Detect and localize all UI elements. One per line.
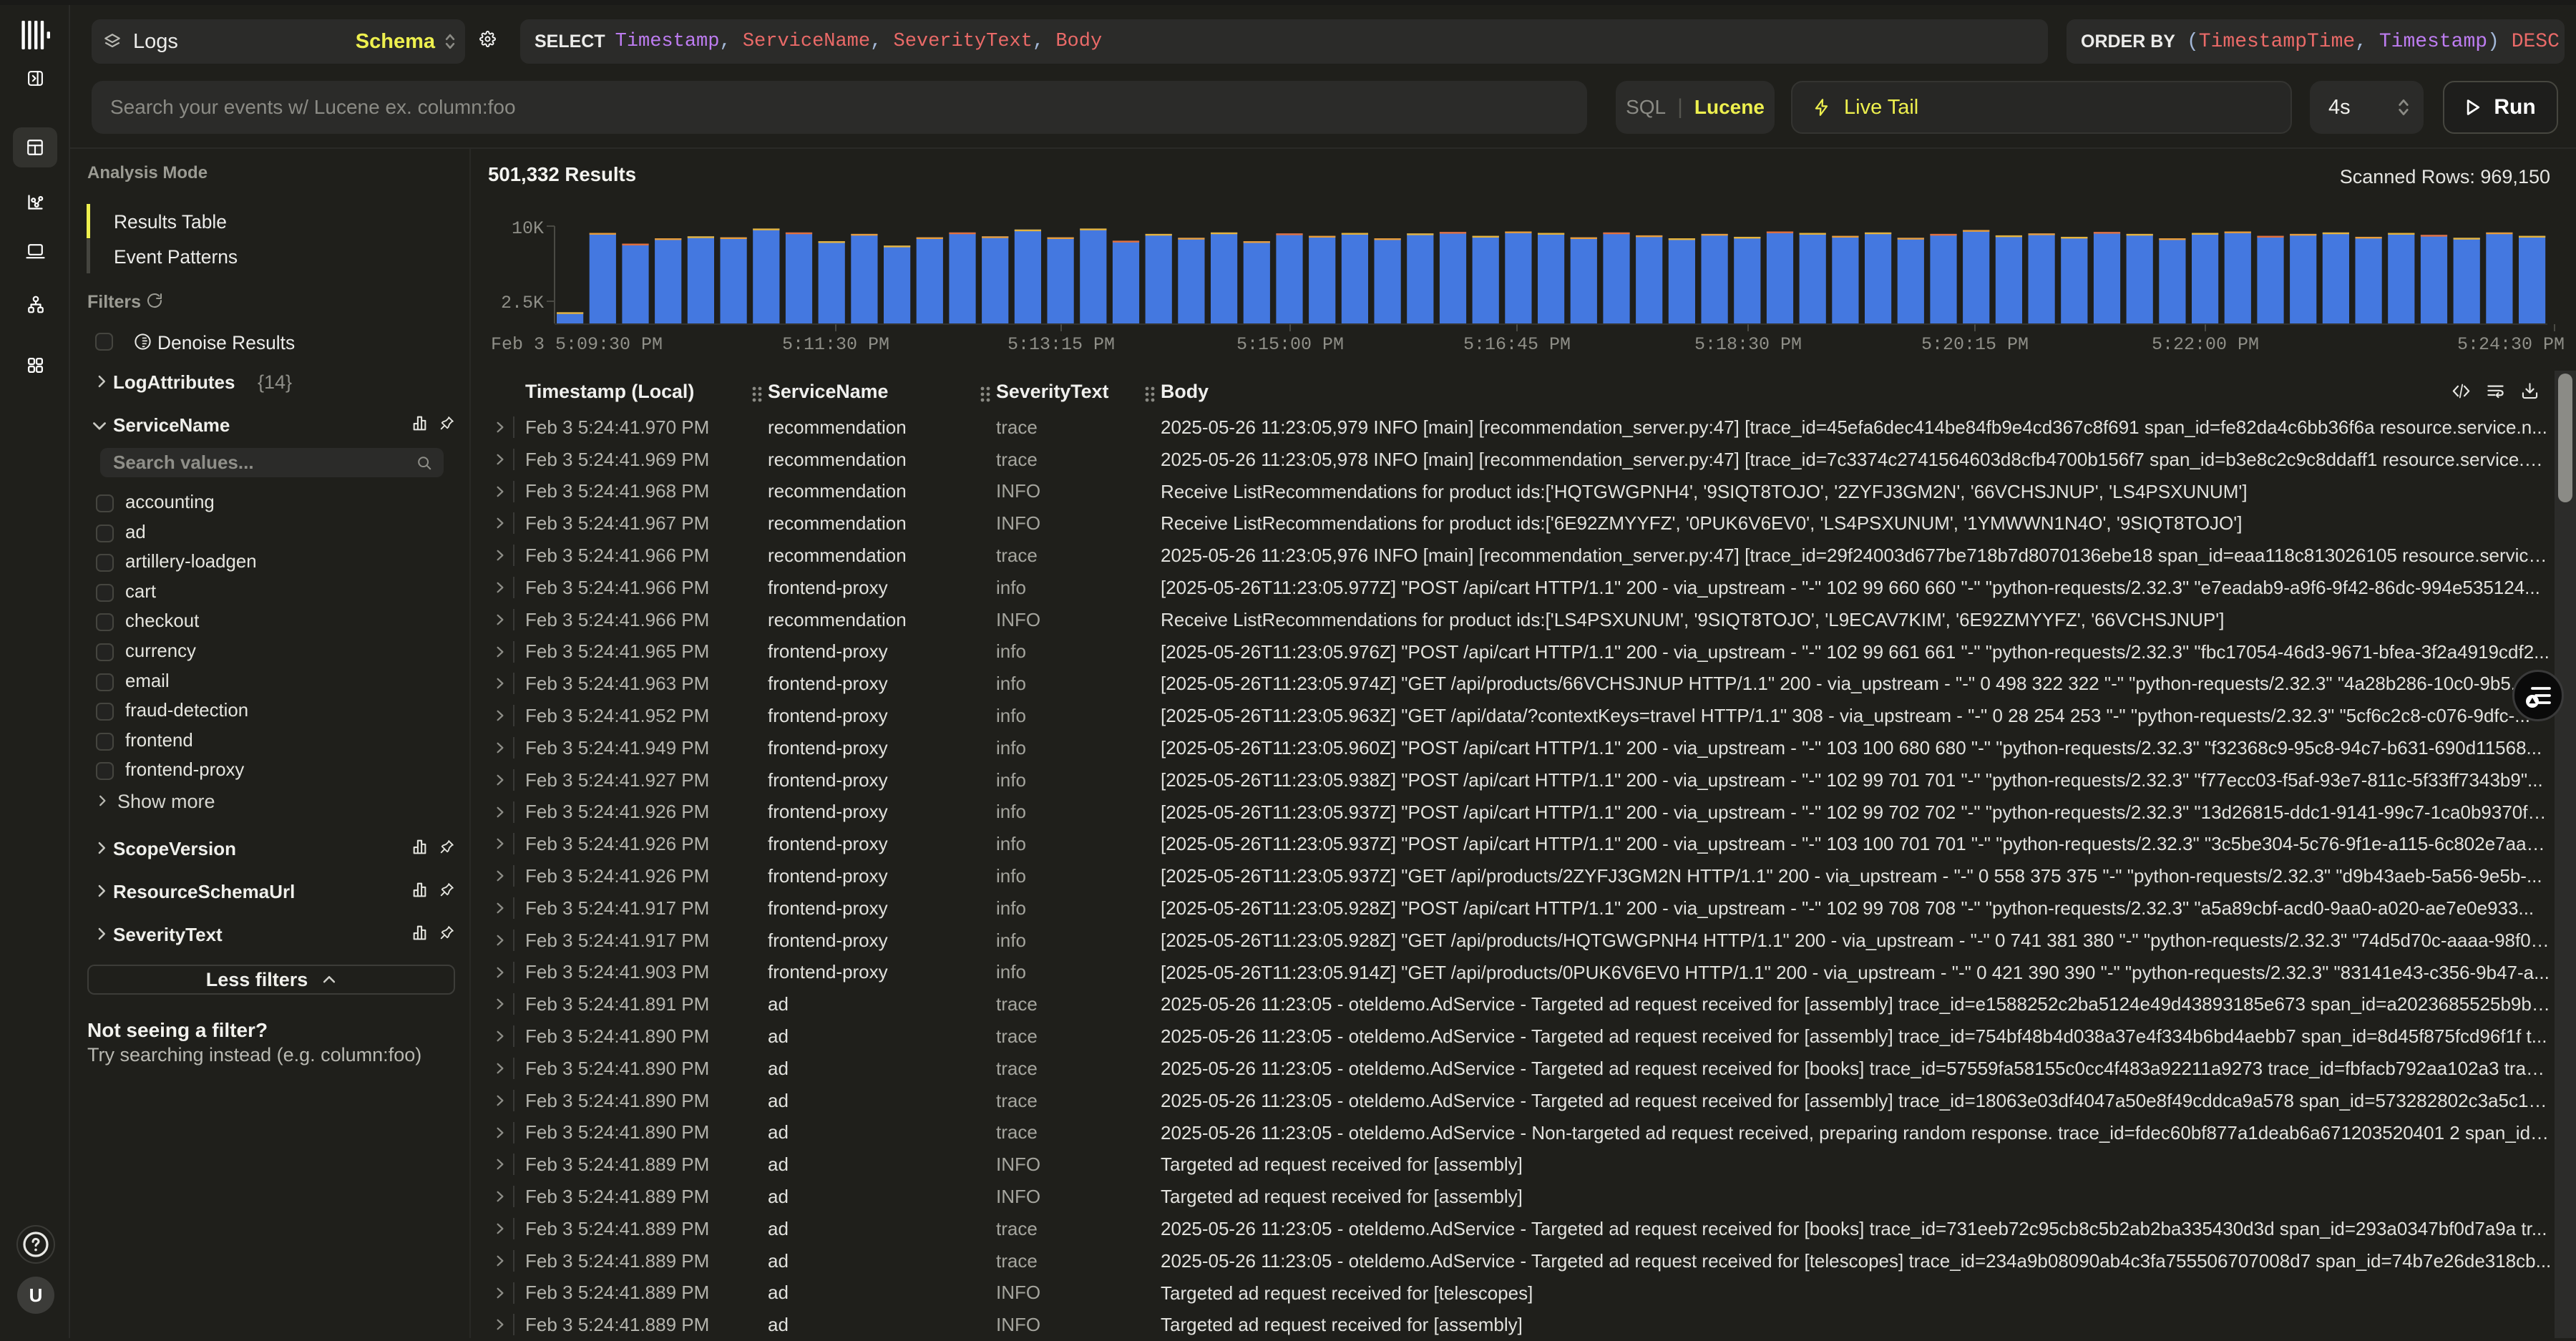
svg-text:5:13:15 PM: 5:13:15 PM xyxy=(1008,334,1115,355)
svg-text:5:22:00 PM: 5:22:00 PM xyxy=(2152,334,2259,355)
svg-text:5:20:15 PM: 5:20:15 PM xyxy=(1921,334,2029,355)
svg-text:10K: 10K xyxy=(512,218,544,239)
svg-text:5:11:30 PM: 5:11:30 PM xyxy=(782,334,889,355)
svg-text:5:24:30 PM: 5:24:30 PM xyxy=(2457,334,2565,355)
svg-text:2.5K: 2.5K xyxy=(501,293,544,313)
svg-text:5:15:00 PM: 5:15:00 PM xyxy=(1236,334,1344,355)
svg-text:Feb 3 5:09:30 PM: Feb 3 5:09:30 PM xyxy=(491,334,663,355)
svg-text:5:16:45 PM: 5:16:45 PM xyxy=(1463,334,1571,355)
svg-text:5:18:30 PM: 5:18:30 PM xyxy=(1694,334,1802,355)
